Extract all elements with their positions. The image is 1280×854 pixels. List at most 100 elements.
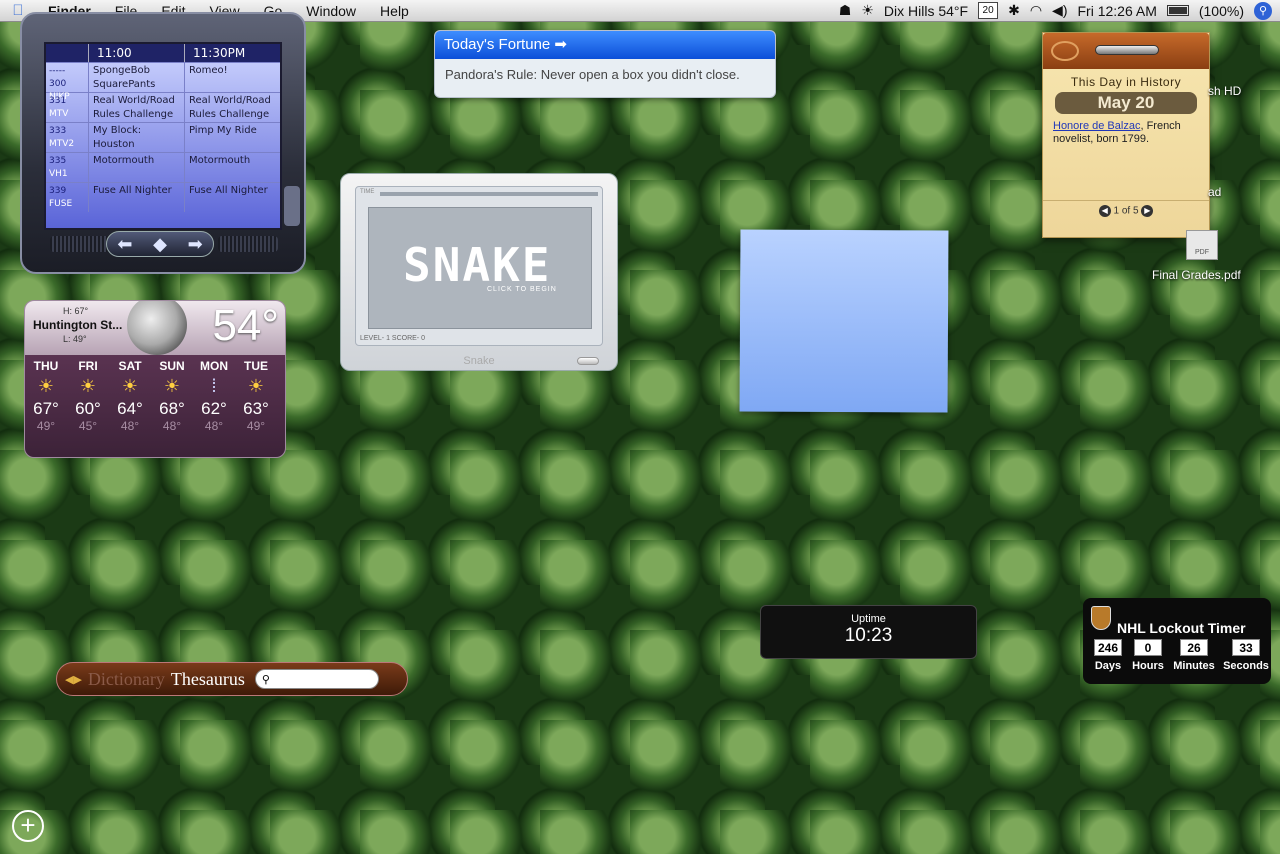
- robot-icon[interactable]: ☗: [839, 2, 852, 19]
- forecast-day: SUN ☀ 68° 48°: [151, 359, 193, 433]
- menu-window[interactable]: Window: [294, 3, 368, 19]
- menu-help[interactable]: Help: [368, 3, 421, 19]
- snake-screen: TIME SNAKE CLICK TO BEGIN LEVEL- 1 SCORE…: [355, 186, 603, 346]
- wifi-icon[interactable]: ◠: [1030, 2, 1042, 19]
- moon-icon: [127, 301, 187, 355]
- counter-days: 246 Days: [1094, 639, 1122, 672]
- spotlight-icon[interactable]: ⚲: [1254, 1, 1272, 20]
- sun-icon: ☀: [121, 376, 139, 396]
- weather-forecast: THU ☀ 67° 49° FRI ☀ 60° 45° SAT ☀ 64° 48…: [25, 355, 285, 433]
- fortune-title[interactable]: Today's Fortune ➡: [435, 31, 775, 59]
- show-cell[interactable]: Pimp My Ride: [184, 123, 280, 152]
- arrow-left-icon[interactable]: ⬅: [117, 234, 132, 255]
- counter-minutes: 26 Minutes: [1173, 639, 1215, 672]
- sticky-note[interactable]: [739, 229, 949, 413]
- nhl-lockout-widget: NHL Lockout Timer 246 Days 0 Hours 26 Mi…: [1083, 598, 1271, 684]
- desktop-item-label[interactable]: ad: [1208, 185, 1221, 199]
- show-cell[interactable]: Real World/Road Rules Challenge: [184, 93, 280, 122]
- speaker-grille: [218, 236, 278, 252]
- tv-time-header: 11:00 11:30PM: [46, 44, 280, 62]
- nhl-counters: 246 Days 0 Hours 26 Minutes 33 Seconds: [1091, 639, 1269, 672]
- snake-time-label: TIME: [360, 189, 375, 195]
- channel: 331 MTV: [49, 96, 69, 119]
- sun-icon: ☀: [79, 376, 97, 396]
- status-area: ☗ ☀ Dix Hills 54°F 20 ✱ ◠ ◀) Fri 12:26 A…: [839, 1, 1280, 20]
- forecast-day: SAT ☀ 64° 48°: [109, 359, 151, 433]
- rain-icon: ⁞: [211, 376, 217, 396]
- dictionary-search-input[interactable]: ⚲: [254, 669, 379, 689]
- battery-percent[interactable]: (100%): [1199, 3, 1244, 19]
- show-cell[interactable]: Real World/Road Rules Challenge: [88, 93, 184, 122]
- tv-nav-controls: ⬅ ◆ ➡: [106, 231, 214, 257]
- calendar-icon[interactable]: 20: [978, 2, 999, 19]
- history-date: May 20: [1055, 92, 1197, 114]
- diamond-icon[interactable]: ◆: [153, 234, 167, 255]
- time-slot-1: 11:00: [88, 44, 184, 62]
- snake-logo: SNAKE: [403, 238, 552, 292]
- history-header: [1043, 33, 1209, 69]
- bluetooth-icon[interactable]: ✱: [1008, 2, 1020, 19]
- history-entry: Honore de Balzac, French novelist, born …: [1053, 120, 1181, 145]
- show-cell[interactable]: My Block: Houston: [88, 123, 184, 152]
- sun-icon[interactable]: ☀: [861, 2, 874, 19]
- history-pager: ◀ 1 of 5 ▶: [1043, 200, 1209, 217]
- channel: 333 MTV2: [49, 126, 75, 149]
- table-row[interactable]: 339 FUSE Fuse All Nighter Fuse All Nighte…: [46, 182, 280, 212]
- snake-widget: TIME SNAKE CLICK TO BEGIN LEVEL- 1 SCORE…: [340, 173, 618, 371]
- table-row[interactable]: 333 MTV2 My Block: Houston Pimp My Ride: [46, 122, 280, 152]
- day-in-history-widget: This Day in History May 20 Honore de Bal…: [1042, 32, 1210, 238]
- sun-icon: ☀: [247, 376, 265, 396]
- snake-name: Snake: [463, 355, 495, 367]
- snake-time-bar: [380, 192, 598, 196]
- flip-arrows-icon[interactable]: ◀▶: [65, 673, 82, 686]
- weather-temp: 54°: [212, 301, 279, 350]
- weather-current: H: 67° Huntington St... L: 49° 54°: [25, 301, 285, 355]
- channel: 339 FUSE: [49, 186, 73, 209]
- tv-scroll-handle[interactable]: [284, 186, 300, 226]
- next-icon[interactable]: ▶: [1141, 205, 1154, 217]
- clock[interactable]: Fri 12:26 AM: [1077, 3, 1156, 19]
- weather-high: H: 67°: [63, 306, 89, 316]
- table-row[interactable]: 335 VH1 Motormouth Motormouth: [46, 152, 280, 182]
- arrow-right-icon[interactable]: ➡: [550, 36, 567, 53]
- dictionary-widget: ◀▶ Dictionary Thesaurus ⚲: [56, 662, 408, 696]
- binder-ring-icon: [1095, 45, 1159, 55]
- prev-icon[interactable]: ◀: [1098, 205, 1111, 217]
- show-cell[interactable]: Fuse All Nighter: [184, 183, 280, 212]
- nhl-shield-icon: [1091, 606, 1111, 630]
- show-cell[interactable]: Romeo!: [184, 63, 280, 92]
- speaker-grille: [50, 236, 110, 252]
- nhl-title: NHL Lockout Timer: [1117, 620, 1246, 636]
- battery-icon[interactable]: [1166, 5, 1189, 16]
- show-cell[interactable]: Motormouth: [88, 153, 184, 182]
- table-row[interactable]: ----- 300 NIKP SpongeBob SquarePants Romeo…: [46, 62, 280, 102]
- volume-icon[interactable]: ◀): [1052, 2, 1067, 19]
- fortune-widget: Today's Fortune ➡ Pandora's Rule: Never …: [434, 30, 776, 98]
- counter-hours: 0 Hours: [1132, 639, 1164, 672]
- sun-icon: ☀: [163, 376, 181, 396]
- table-row[interactable]: 331 MTV Real World/Road Rules Challenge R…: [46, 92, 280, 122]
- hard-drive-label[interactable]: sh HD: [1208, 84, 1241, 98]
- pdf-file-label[interactable]: Final Grades.pdf: [1152, 268, 1241, 282]
- coin-icon: [1051, 41, 1079, 61]
- tab-thesaurus[interactable]: Thesaurus: [171, 669, 245, 690]
- show-cell[interactable]: SpongeBob SquarePants: [88, 63, 184, 92]
- show-cell[interactable]: Motormouth: [184, 153, 280, 182]
- fortune-text: Pandora's Rule: Never open a box you did…: [445, 67, 740, 82]
- add-widget-button[interactable]: +: [12, 810, 44, 842]
- weather-status[interactable]: Dix Hills 54°F: [884, 3, 968, 19]
- forecast-day: THU ☀ 67° 49°: [25, 359, 67, 433]
- show-cell[interactable]: Fuse All Nighter: [88, 183, 184, 212]
- weather-widget: H: 67° Huntington St... L: 49° 54° THU ☀…: [24, 300, 286, 458]
- history-link[interactable]: Honore de Balzac: [1053, 120, 1140, 132]
- weather-low: L: 49°: [63, 334, 87, 344]
- channel: 335 VH1: [49, 156, 68, 179]
- pdf-file-icon[interactable]: PDF: [1186, 230, 1218, 260]
- tab-dictionary[interactable]: Dictionary: [88, 669, 165, 690]
- uptime-label: Uptime: [851, 613, 886, 625]
- arrow-right-icon[interactable]: ➡: [188, 234, 203, 255]
- weather-city[interactable]: Huntington St...: [33, 318, 122, 332]
- uptime-widget: Uptime 10:23: [760, 605, 977, 659]
- snake-game-field[interactable]: SNAKE CLICK TO BEGIN: [368, 207, 592, 329]
- snake-info-button[interactable]: [577, 357, 599, 365]
